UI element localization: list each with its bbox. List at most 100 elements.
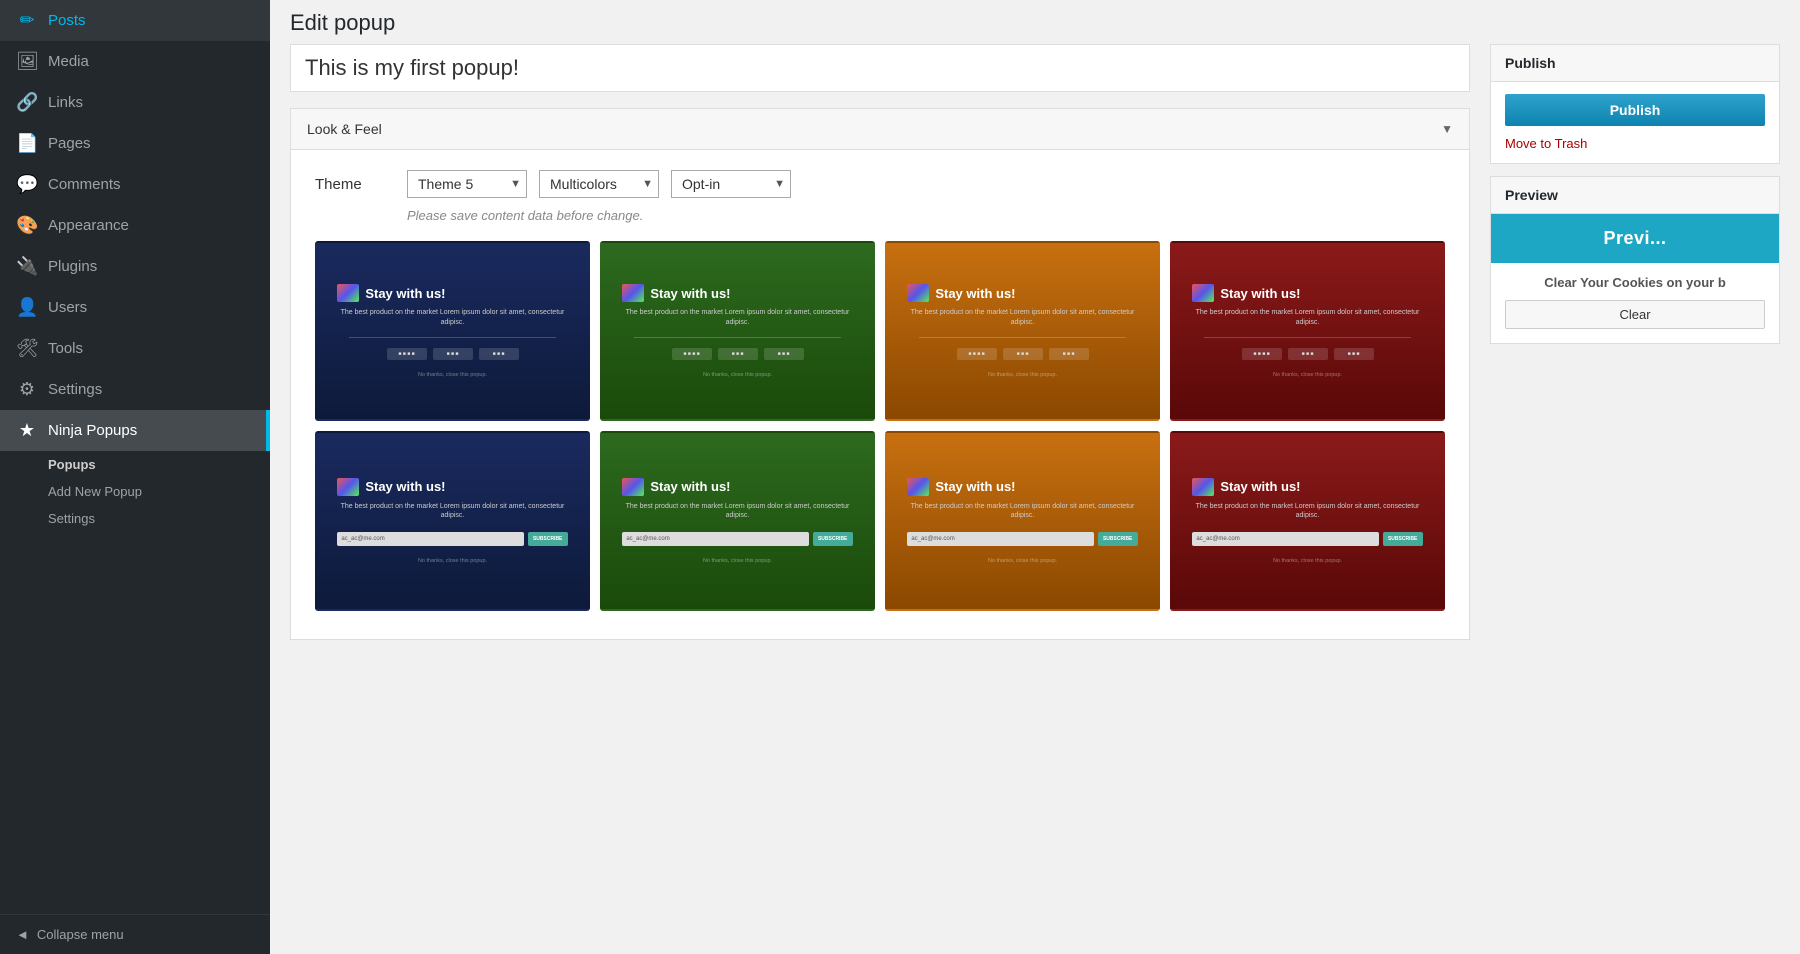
theme-card-2[interactable]: Stay with us! The best product on the ma…: [600, 241, 875, 421]
sidebar-item-tools[interactable]: 🛠 Tools: [0, 328, 270, 369]
theme-card-1[interactable]: Stay with us! The best product on the ma…: [315, 241, 590, 421]
card-footer-1: No thanks, close this popup.: [418, 372, 487, 378]
right-sidebar: Publish Publish Move to Trash Preview Pr…: [1490, 44, 1780, 356]
card-tv-icon-8: [1192, 478, 1214, 496]
card-opt-2b: ■ ■ ■: [718, 348, 758, 360]
popup-title-input[interactable]: [290, 44, 1470, 92]
page-title: Edit popup: [290, 10, 395, 36]
card-email-input-5: ac_ac@me.com: [337, 532, 523, 546]
theme-card-6[interactable]: Stay with us! The best product on the ma…: [600, 431, 875, 611]
main-content: Edit popup Look & Feel ▼ Theme Theme: [270, 0, 1800, 954]
card-tv-icon-7: [907, 478, 929, 496]
chevron-down-icon: ▼: [1441, 122, 1453, 136]
sidebar-subitem-popups[interactable]: Popups: [0, 451, 270, 478]
clear-button[interactable]: Clear: [1505, 300, 1765, 329]
theme-card-4[interactable]: Stay with us! The best product on the ma…: [1170, 241, 1445, 421]
color-select-wrapper: Multicolors Blue Green Orange Red ▼: [539, 170, 659, 198]
collapse-menu[interactable]: ◄ Collapse menu: [0, 914, 270, 954]
sidebar-item-ninja-popups[interactable]: ★ Ninja Popups: [0, 410, 270, 451]
card-subscribe-btn-8: SUBSCRIBE: [1383, 532, 1423, 546]
card-tv-icon-2: [622, 284, 644, 302]
sidebar-item-label: Pages: [48, 135, 91, 152]
collapse-icon: ◄: [16, 927, 29, 942]
card-title-2: Stay with us!: [650, 286, 730, 301]
publish-button[interactable]: Publish: [1505, 94, 1765, 126]
card-opt-3c: ■ ■ ■: [1049, 348, 1089, 360]
card-footer-6: No thanks, close this popup.: [703, 558, 772, 564]
sidebar-item-label: Comments: [48, 176, 121, 193]
sidebar-item-media[interactable]: 🖼 Media: [0, 41, 270, 82]
theme-grid: Stay with us! The best product on the ma…: [315, 241, 1445, 611]
sidebar-subitem-settings[interactable]: Settings: [0, 505, 270, 532]
card-body-2: The best product on the market Lorem ips…: [622, 308, 852, 326]
sidebar-item-settings[interactable]: ⚙ Settings: [0, 369, 270, 410]
color-select[interactable]: Multicolors Blue Green Orange Red: [539, 170, 659, 198]
sidebar-item-users[interactable]: 👤 Users: [0, 287, 270, 328]
card-body-6: The best product on the market Lorem ips…: [622, 502, 852, 520]
page-header: Edit popup: [290, 0, 1780, 44]
preview-panel: Preview Previ... Clear Your Cookies on y…: [1490, 176, 1780, 344]
sidebar-item-label: Appearance: [48, 217, 129, 234]
card-opt-3a: ■ ■ ■ ■: [957, 348, 997, 360]
card-opt-2c: ■ ■ ■: [764, 348, 804, 360]
sidebar-item-label: Users: [48, 299, 87, 316]
publish-panel: Publish Publish Move to Trash: [1490, 44, 1780, 164]
type-select[interactable]: Opt-in Pop-up Scroll-in: [671, 170, 791, 198]
move-to-trash-link[interactable]: Move to Trash: [1505, 136, 1765, 151]
sidebar-item-comments[interactable]: 💬 Comments: [0, 164, 270, 205]
preview-button[interactable]: Previ...: [1491, 214, 1779, 263]
card-title-4: Stay with us!: [1220, 286, 1300, 301]
theme-card-7[interactable]: Stay with us! The best product on the ma…: [885, 431, 1160, 611]
card-opt-2a: ■ ■ ■ ■: [672, 348, 712, 360]
card-subscribe-btn-7: SUBSCRIBE: [1098, 532, 1138, 546]
theme-card-8[interactable]: Stay with us! The best product on the ma…: [1170, 431, 1445, 611]
sidebar-item-plugins[interactable]: 🔌 Plugins: [0, 246, 270, 287]
pages-icon: 📄: [16, 133, 38, 154]
theme-select[interactable]: Theme 1 Theme 2 Theme 3 Theme 4 Theme 5 …: [407, 170, 527, 198]
card-tv-icon-3: [907, 284, 929, 302]
card-subscribe-btn-5: SUBSCRIBE: [528, 532, 568, 546]
card-title-6: Stay with us!: [650, 479, 730, 494]
card-email-input-7: ac_ac@me.com: [907, 532, 1093, 546]
sidebar-subitem-add-new[interactable]: Add New Popup: [0, 478, 270, 505]
card-opt-4a: ■ ■ ■ ■: [1242, 348, 1282, 360]
media-icon: 🖼: [16, 51, 38, 72]
sidebar-item-links[interactable]: 🔗 Links: [0, 82, 270, 123]
look-feel-body: Theme Theme 1 Theme 2 Theme 3 Theme 4 Th…: [291, 150, 1469, 639]
card-footer-2: No thanks, close this popup.: [703, 372, 772, 378]
sidebar-item-pages[interactable]: 📄 Pages: [0, 123, 270, 164]
card-opt-1a: ■ ■ ■ ■: [387, 348, 427, 360]
theme-card-3[interactable]: Stay with us! The best product on the ma…: [885, 241, 1160, 421]
preview-cookie-text: Clear Your Cookies on your b: [1491, 263, 1779, 296]
posts-icon: ✏: [16, 10, 38, 31]
sidebar-item-appearance[interactable]: 🎨 Appearance: [0, 205, 270, 246]
preview-panel-header: Preview: [1491, 177, 1779, 214]
look-feel-header[interactable]: Look & Feel ▼: [291, 109, 1469, 150]
card-tv-icon-6: [622, 478, 644, 496]
sidebar-item-posts[interactable]: ✏ Posts: [0, 0, 270, 41]
look-feel-title: Look & Feel: [307, 121, 382, 137]
look-feel-panel: Look & Feel ▼ Theme Theme 1 Theme 2 Them…: [290, 108, 1470, 640]
card-subscribe-btn-6: SUBSCRIBE: [813, 532, 853, 546]
card-opt-4b: ■ ■ ■: [1288, 348, 1328, 360]
card-footer-3: No thanks, close this popup.: [988, 372, 1057, 378]
card-title-8: Stay with us!: [1220, 479, 1300, 494]
card-email-input-6: ac_ac@me.com: [622, 532, 808, 546]
publish-panel-header: Publish: [1491, 45, 1779, 82]
card-body-4: The best product on the market Lorem ips…: [1192, 308, 1422, 326]
card-title-7: Stay with us!: [935, 479, 1015, 494]
theme-card-5[interactable]: Stay with us! The best product on the ma…: [315, 431, 590, 611]
sidebar-ninja-popups-label: Ninja Popups: [48, 422, 137, 439]
content-wrapper: Look & Feel ▼ Theme Theme 1 Theme 2 Them…: [290, 44, 1780, 656]
links-icon: 🔗: [16, 92, 38, 113]
appearance-icon: 🎨: [16, 215, 38, 236]
users-icon: 👤: [16, 297, 38, 318]
sidebar-item-label: Tools: [48, 340, 83, 357]
card-opt-1b: ■ ■ ■: [433, 348, 473, 360]
ninja-popups-icon: ★: [16, 420, 38, 441]
editor-area: Look & Feel ▼ Theme Theme 1 Theme 2 Them…: [290, 44, 1470, 656]
card-opt-3b: ■ ■ ■: [1003, 348, 1043, 360]
card-body-1: The best product on the market Lorem ips…: [337, 308, 567, 326]
type-select-wrapper: Opt-in Pop-up Scroll-in ▼: [671, 170, 791, 198]
card-footer-8: No thanks, close this popup.: [1273, 558, 1342, 564]
